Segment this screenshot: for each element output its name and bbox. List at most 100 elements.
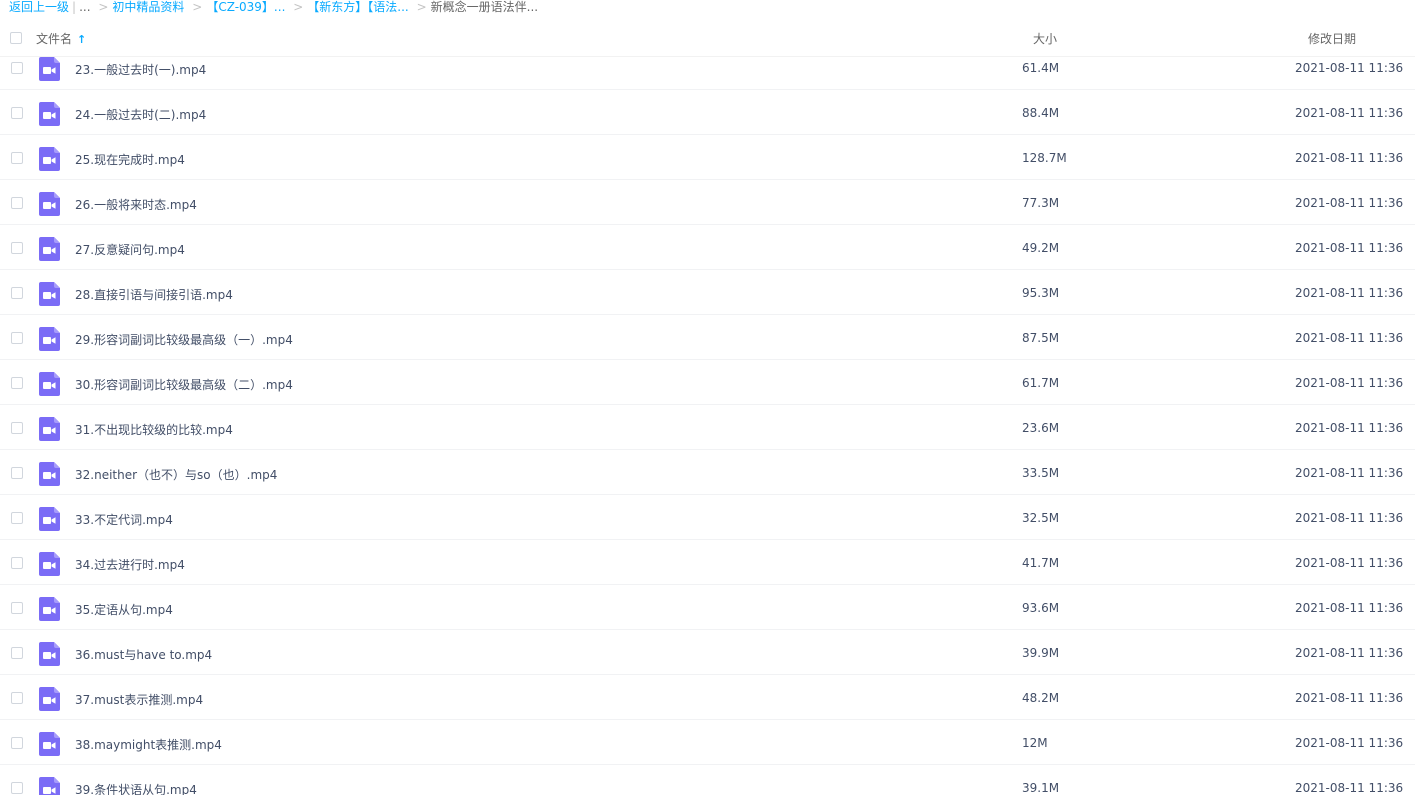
file-size: 12M: [1022, 736, 1048, 750]
file-select-checkbox[interactable]: [11, 737, 23, 749]
file-select-checkbox[interactable]: [11, 782, 23, 794]
breadcrumb-item-cz039[interactable]: 【CZ-039】...: [206, 0, 285, 14]
file-name[interactable]: 36.must与have to.mp4: [75, 646, 212, 663]
file-name[interactable]: 34.过去进行时.mp4: [75, 556, 185, 573]
file-row[interactable]: 28.直接引语与间接引语.mp4 95.3M 2021-08-11 11:36: [0, 270, 1415, 315]
file-row[interactable]: 30.形容词副词比较级最高级（二）.mp4 61.7M 2021-08-11 11:…: [0, 360, 1415, 405]
file-row[interactable]: 25.现在完成时.mp4 128.7M 2021-08-11 11:36: [0, 135, 1415, 180]
file-select-checkbox[interactable]: [11, 287, 23, 299]
file-row[interactable]: 26.一般将来时态.mp4 77.3M 2021-08-11 11:36: [0, 180, 1415, 225]
video-file-icon[interactable]: [39, 777, 60, 795]
file-row[interactable]: 39.条件状语从句.mp4 39.1M 2021-08-11 11:36: [0, 765, 1415, 795]
file-select-checkbox[interactable]: [11, 332, 23, 344]
file-modified-date: 2021-08-11 11:36: [1295, 556, 1404, 570]
file-size: 77.3M: [1022, 196, 1060, 210]
file-select-checkbox[interactable]: [11, 197, 23, 209]
file-row[interactable]: 27.反意疑问句.mp4 49.2M 2021-08-11 11:36: [0, 225, 1415, 270]
video-file-icon[interactable]: [39, 642, 60, 666]
file-row[interactable]: 23.一般过去时(一).mp4 61.4M 2021-08-11 11:36: [0, 45, 1415, 90]
file-modified-date: 2021-08-11 11:36: [1295, 151, 1404, 165]
file-row[interactable]: 36.must与have to.mp4 39.9M 2021-08-11 11:36: [0, 630, 1415, 675]
file-name[interactable]: 35.定语从句.mp4: [75, 601, 173, 618]
file-size: 88.4M: [1022, 106, 1060, 120]
file-name[interactable]: 38.maymight表推测.mp4: [75, 736, 222, 753]
file-select-checkbox[interactable]: [11, 422, 23, 434]
file-modified-date: 2021-08-11 11:36: [1295, 331, 1404, 345]
breadcrumb-ellipsis[interactable]: ...: [79, 0, 90, 14]
file-name[interactable]: 37.must表示推测.mp4: [75, 691, 203, 708]
file-select-checkbox[interactable]: [11, 62, 23, 74]
video-file-icon[interactable]: [39, 282, 60, 306]
video-file-icon[interactable]: [39, 732, 60, 756]
breadcrumb-current-folder: 新概念一册语法伴...: [430, 0, 539, 14]
file-select-checkbox[interactable]: [11, 467, 23, 479]
file-size: 23.6M: [1022, 421, 1060, 435]
file-size: 61.4M: [1022, 61, 1060, 75]
file-row[interactable]: 32.neither（也不）与so（也）.mp4 33.5M 2021-08-11 …: [0, 450, 1415, 495]
breadcrumb: 返回上一级 |... > 初中精品资料 > 【CZ-039】... > 【新东方】【语法…: [0, 0, 538, 16]
file-modified-date: 2021-08-11 11:36: [1295, 646, 1404, 660]
file-name[interactable]: 39.条件状语从句.mp4: [75, 781, 197, 795]
video-file-icon[interactable]: [39, 192, 60, 216]
file-select-checkbox[interactable]: [11, 647, 23, 659]
video-file-icon[interactable]: [39, 102, 60, 126]
file-select-checkbox[interactable]: [11, 692, 23, 704]
select-all-checkbox[interactable]: [10, 32, 22, 44]
file-size: 32.5M: [1022, 511, 1060, 525]
video-file-icon[interactable]: [39, 552, 60, 576]
file-modified-date: 2021-08-11 11:36: [1295, 241, 1404, 255]
back-link[interactable]: 返回上一级: [9, 0, 69, 14]
video-file-icon[interactable]: [39, 147, 60, 171]
video-file-icon[interactable]: [39, 462, 60, 486]
file-row[interactable]: 37.must表示推测.mp4 48.2M 2021-08-11 11:36: [0, 675, 1415, 720]
file-list: 23.一般过去时(一).mp4 61.4M 2021-08-11 11:36 24.一…: [0, 45, 1415, 795]
video-file-icon[interactable]: [39, 57, 60, 81]
file-size: 61.7M: [1022, 376, 1060, 390]
file-modified-date: 2021-08-11 11:36: [1295, 376, 1404, 390]
column-header-name-label: 文件名: [36, 32, 73, 46]
file-browser: 返回上一级 |... > 初中精品资料 > 【CZ-039】... > 【新东方】【语法…: [0, 0, 1415, 795]
breadcrumb-item-new-oriental[interactable]: 【新东方】【语法...: [307, 0, 408, 14]
file-name[interactable]: 30.形容词副词比较级最高级（二）.mp4: [75, 376, 293, 393]
file-name[interactable]: 28.直接引语与间接引语.mp4: [75, 286, 233, 303]
file-size: 48.2M: [1022, 691, 1060, 705]
file-name[interactable]: 29.形容词副词比较级最高级（一）.mp4: [75, 331, 293, 348]
file-name[interactable]: 24.一般过去时(二).mp4: [75, 106, 206, 123]
file-row[interactable]: 24.一般过去时(二).mp4 88.4M 2021-08-11 11:36: [0, 90, 1415, 135]
file-select-checkbox[interactable]: [11, 602, 23, 614]
file-select-checkbox[interactable]: [11, 152, 23, 164]
file-row[interactable]: 31.不出现比较级的比较.mp4 23.6M 2021-08-11 11:36: [0, 405, 1415, 450]
file-size: 95.3M: [1022, 286, 1060, 300]
file-name[interactable]: 33.不定代词.mp4: [75, 511, 173, 528]
video-file-icon[interactable]: [39, 597, 60, 621]
video-file-icon[interactable]: [39, 417, 60, 441]
file-row[interactable]: 35.定语从句.mp4 93.6M 2021-08-11 11:36: [0, 585, 1415, 630]
file-modified-date: 2021-08-11 11:36: [1295, 601, 1404, 615]
file-select-checkbox[interactable]: [11, 377, 23, 389]
file-modified-date: 2021-08-11 11:36: [1295, 736, 1404, 750]
file-size: 87.5M: [1022, 331, 1060, 345]
video-file-icon[interactable]: [39, 237, 60, 261]
video-file-icon[interactable]: [39, 372, 60, 396]
file-select-checkbox[interactable]: [11, 242, 23, 254]
file-select-checkbox[interactable]: [11, 512, 23, 524]
file-modified-date: 2021-08-11 11:36: [1295, 781, 1404, 795]
file-row[interactable]: 29.形容词副词比较级最高级（一）.mp4 87.5M 2021-08-11 11:…: [0, 315, 1415, 360]
breadcrumb-item-junior-materials[interactable]: 初中精品资料: [112, 0, 184, 14]
file-name[interactable]: 32.neither（也不）与so（也）.mp4: [75, 466, 277, 483]
file-modified-date: 2021-08-11 11:36: [1295, 106, 1404, 120]
file-select-checkbox[interactable]: [11, 107, 23, 119]
file-name[interactable]: 31.不出现比较级的比较.mp4: [75, 421, 233, 438]
file-row[interactable]: 38.maymight表推测.mp4 12M 2021-08-11 11:36: [0, 720, 1415, 765]
video-file-icon[interactable]: [39, 687, 60, 711]
file-name[interactable]: 27.反意疑问句.mp4: [75, 241, 185, 258]
file-name[interactable]: 26.一般将来时态.mp4: [75, 196, 197, 213]
file-select-checkbox[interactable]: [11, 557, 23, 569]
video-file-icon[interactable]: [39, 327, 60, 351]
file-row[interactable]: 33.不定代词.mp4 32.5M 2021-08-11 11:36: [0, 495, 1415, 540]
file-name[interactable]: 25.现在完成时.mp4: [75, 151, 185, 168]
file-name[interactable]: 23.一般过去时(一).mp4: [75, 61, 206, 78]
breadcrumb-separator: >: [192, 0, 203, 14]
file-row[interactable]: 34.过去进行时.mp4 41.7M 2021-08-11 11:36: [0, 540, 1415, 585]
video-file-icon[interactable]: [39, 507, 60, 531]
